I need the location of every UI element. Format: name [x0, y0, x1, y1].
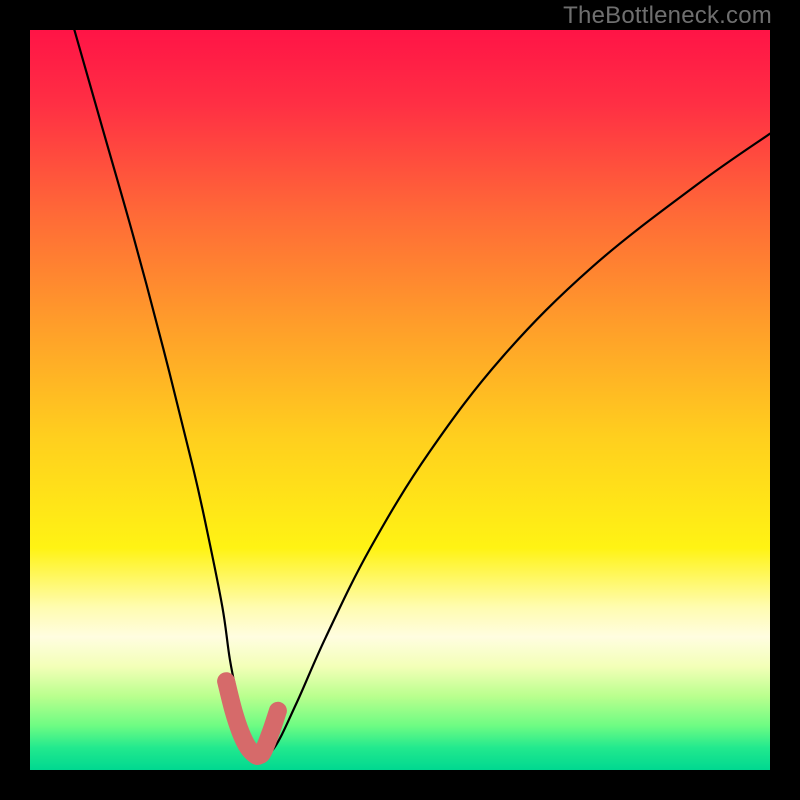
plot-area — [30, 30, 770, 770]
watermark-text: TheBottleneck.com — [563, 2, 772, 30]
gradient-background — [30, 30, 770, 770]
chart-canvas — [30, 30, 770, 770]
